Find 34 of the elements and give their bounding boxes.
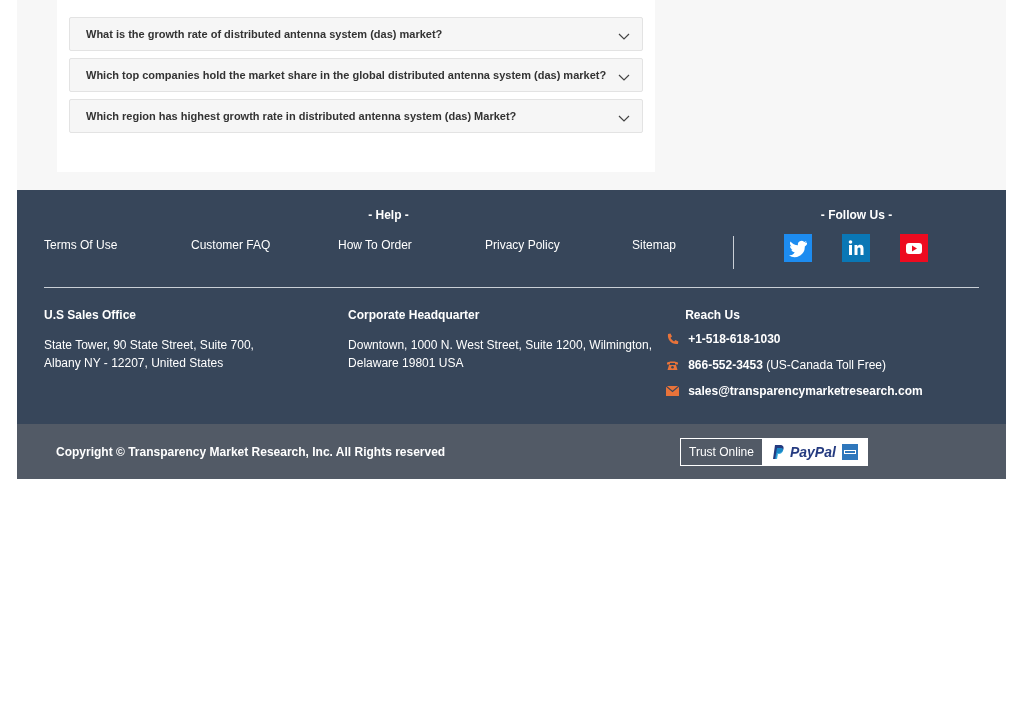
chevron-icon <box>618 74 630 82</box>
footer-link[interactable]: How To Order <box>338 238 485 252</box>
footer-link[interactable]: Customer FAQ <box>191 238 338 252</box>
envelope-icon <box>666 386 680 396</box>
follow-heading: - Follow Us - <box>819 208 894 224</box>
copyright-text: Copyright © Transparency Market Research, Inc. All Rights reserved <box>56 444 447 459</box>
help-heading: - Help - <box>367 208 410 224</box>
faq-item[interactable]: Which top companies hold the market share in the global distributed antenna system (das) market? <box>69 58 643 92</box>
faq-item[interactable]: Which region has highest growth rate in distributed antenna system (das) Market? <box>69 99 643 133</box>
faq-item[interactable]: What is the growth rate of distributed antenna system (das) market? <box>69 17 643 51</box>
footer-link[interactable]: Terms Of Use <box>44 238 191 252</box>
paypal-logo: PayPal <box>789 443 836 460</box>
card-icon <box>841 443 858 460</box>
address-line: Albany NY - 12207, United States <box>44 355 225 372</box>
address-line: Downtown, 1000 N. West Street, Suite 1200, Wilmington, <box>348 337 653 354</box>
footer-link[interactable]: Sitemap <box>632 238 779 252</box>
address-line: Delaware 19801 USA <box>348 355 465 372</box>
chevron-icon <box>618 33 630 41</box>
office-heading: Corporate Headquarter <box>348 308 481 322</box>
contact-text: +1-518-618-1030 <box>688 332 781 346</box>
telephone-icon <box>666 359 680 371</box>
address-line: State Tower, 90 State Street, Suite 700, <box>44 337 255 354</box>
office-heading: U.S Sales Office <box>44 308 138 322</box>
reach-heading: Reach Us <box>685 308 741 322</box>
footer-link[interactable]: Privacy Policy <box>485 238 632 252</box>
linkedin-icon[interactable] <box>841 234 870 262</box>
paypal-p-icon <box>772 444 784 459</box>
trust-online-label: Trust Online <box>680 437 763 466</box>
bird-icon[interactable] <box>783 234 812 262</box>
contact-text: sales@transparencymarketresearch.com <box>688 384 923 398</box>
phone-icon <box>666 332 680 346</box>
contact-text: 866-552-3453 (US-Canada Toll Free) <box>688 358 887 372</box>
chevron-icon <box>618 115 630 123</box>
play-icon[interactable] <box>899 234 928 262</box>
